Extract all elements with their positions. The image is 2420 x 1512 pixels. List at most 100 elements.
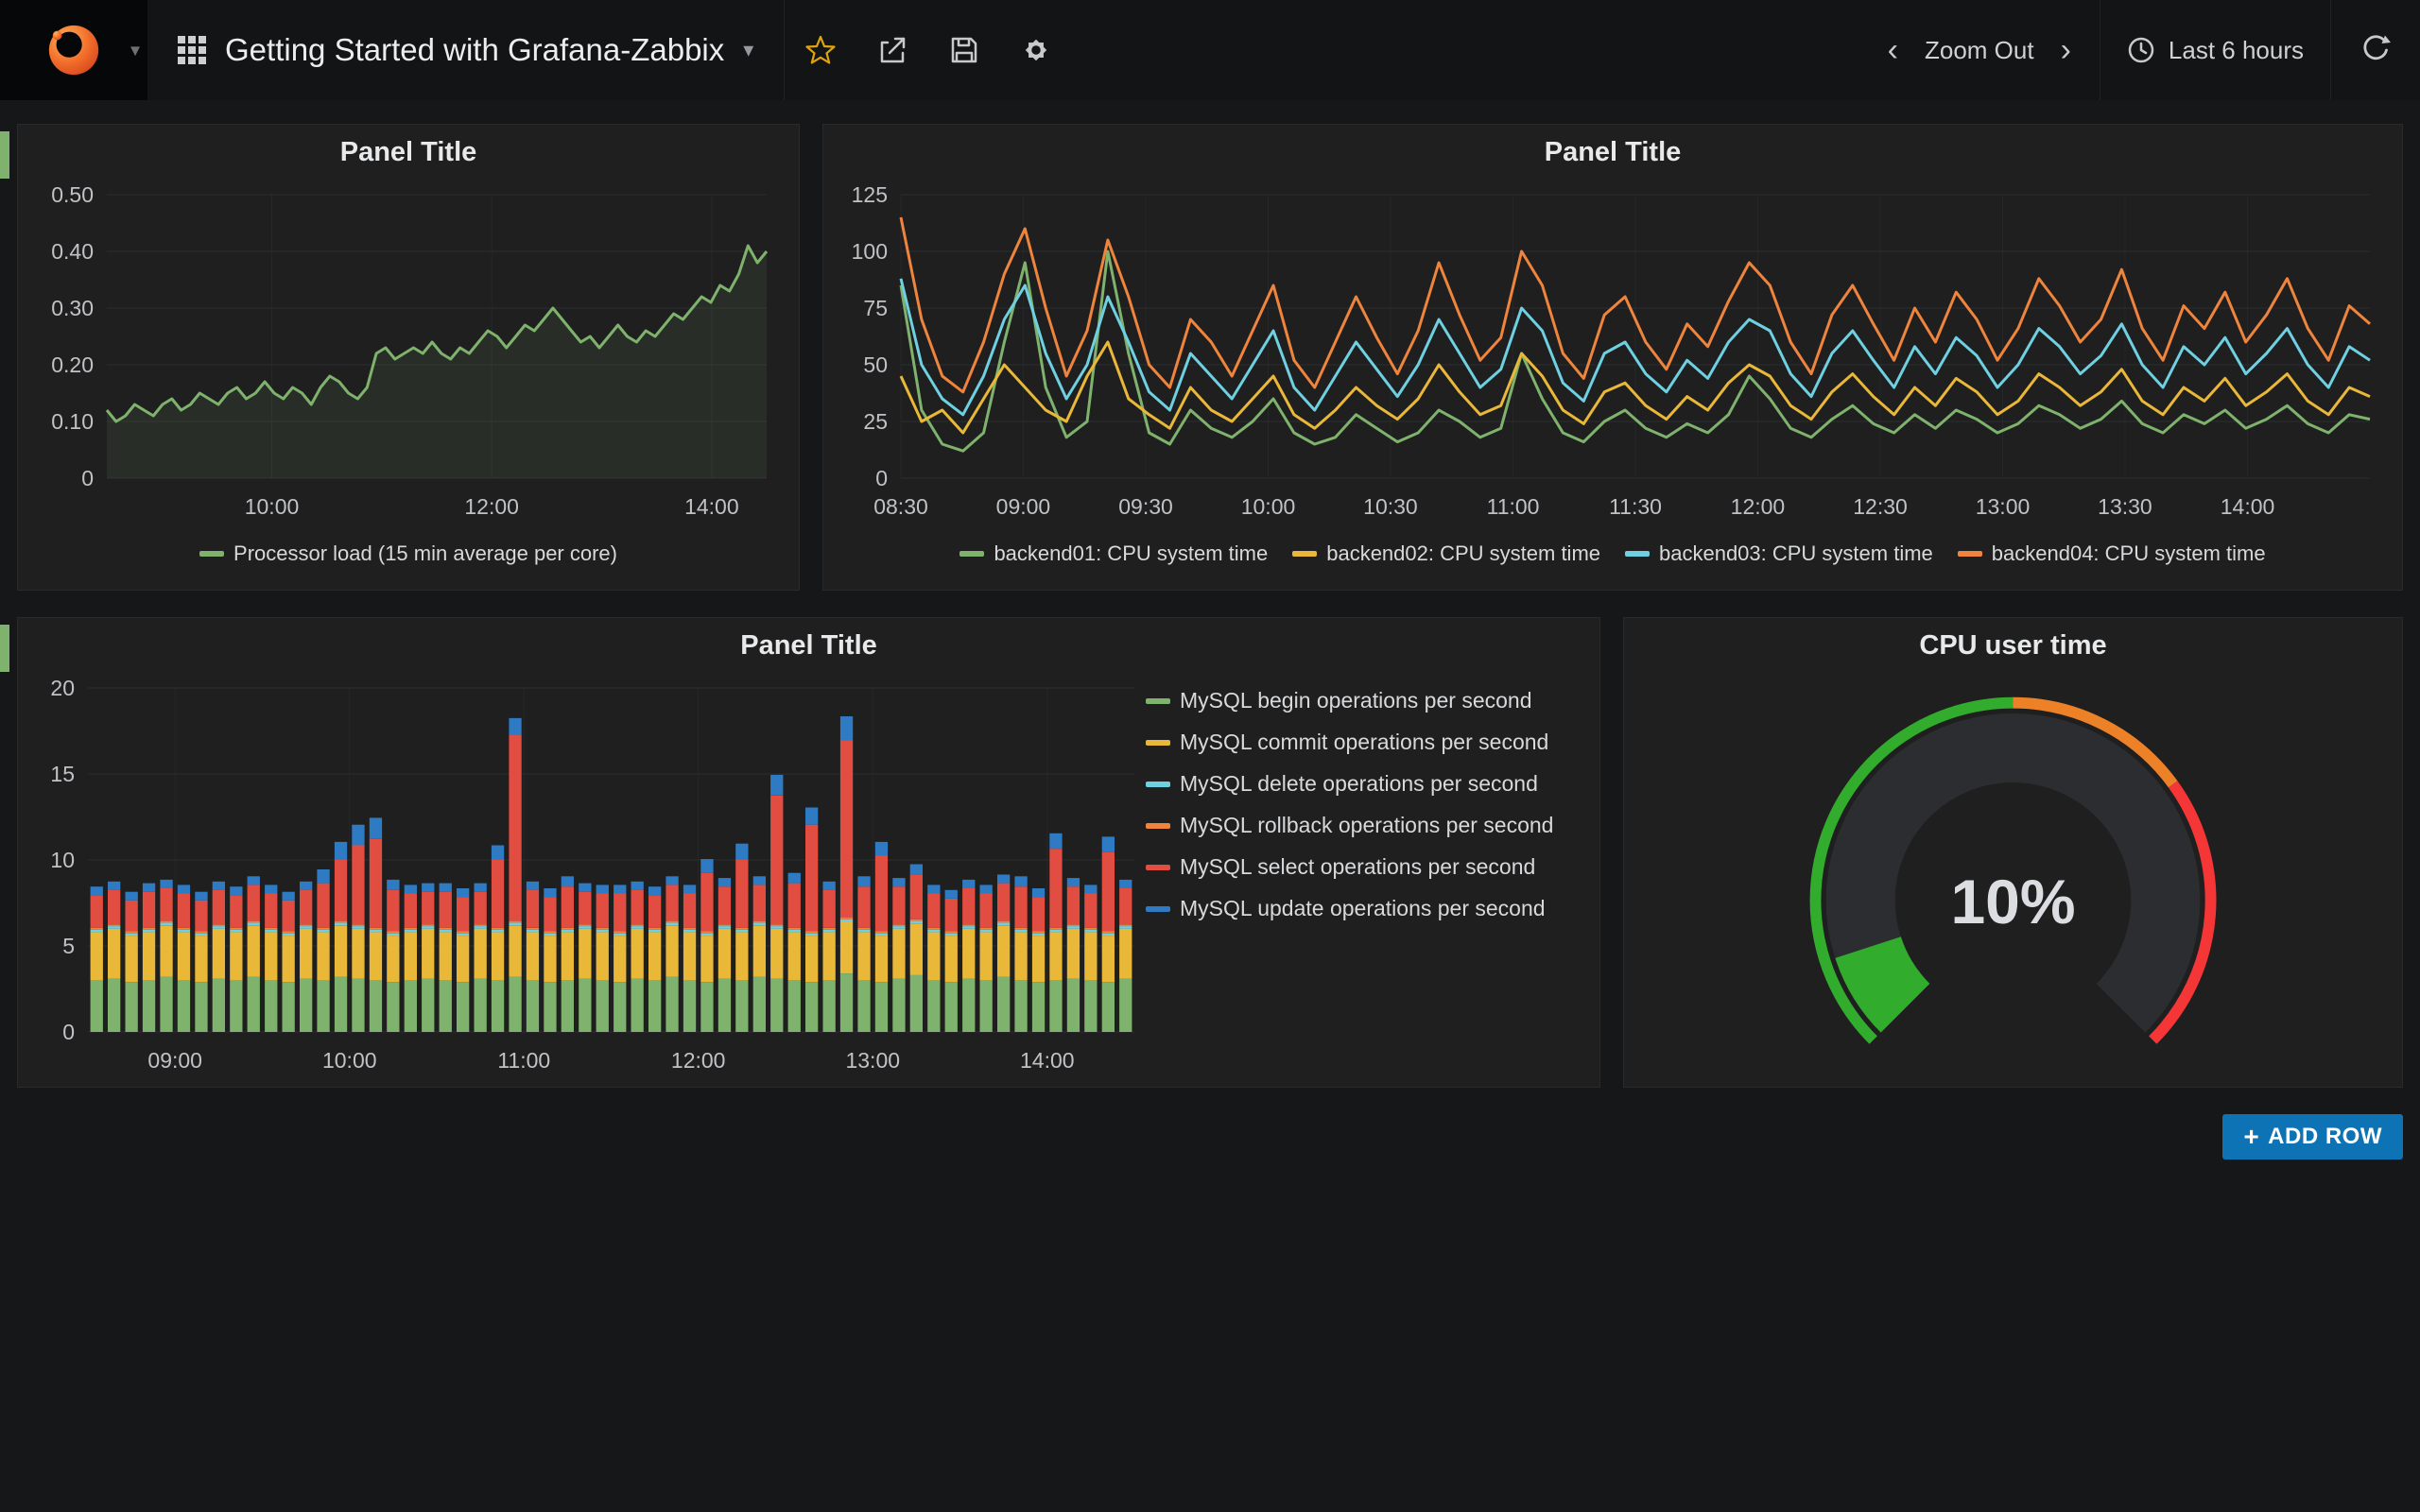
legend-item[interactable]: backend03: CPU system time (1625, 541, 1933, 566)
legend-item[interactable]: MySQL commit operations per second (1146, 730, 1590, 755)
dashboard: Panel Title 10:0012:0014:0000.100.200.30… (0, 100, 2420, 1160)
add-row-button[interactable]: + ADD ROW (2222, 1114, 2403, 1160)
svg-text:12:30: 12:30 (1853, 494, 1908, 519)
svg-text:14:00: 14:00 (1020, 1048, 1075, 1073)
legend-item[interactable]: MySQL select operations per second (1146, 854, 1590, 880)
legend-color-dash (1146, 906, 1170, 912)
panel-title[interactable]: Panel Title (833, 125, 2393, 180)
legend-item[interactable]: backend04: CPU system time (1958, 541, 2266, 566)
svg-text:11:00: 11:00 (1487, 494, 1540, 519)
legend-label: backend02: CPU system time (1326, 541, 1600, 566)
svg-text:0.40: 0.40 (51, 239, 94, 264)
svg-text:5: 5 (62, 934, 75, 958)
time-controls: ‹ Zoom Out › Last 6 hours (1859, 0, 2420, 100)
panel-title[interactable]: Panel Title (27, 125, 789, 180)
legend-item[interactable]: Processor load (15 min average per core) (199, 541, 617, 566)
legend-label: MySQL rollback operations per second (1180, 813, 1553, 838)
save-button[interactable] (928, 0, 1000, 100)
legend-label: backend01: CPU system time (994, 541, 1268, 566)
legend-item[interactable]: MySQL delete operations per second (1146, 771, 1590, 797)
svg-text:15: 15 (50, 762, 75, 786)
row-handle[interactable] (0, 625, 9, 672)
add-row-label: ADD ROW (2268, 1124, 2382, 1150)
time-forward-button[interactable]: › (2061, 34, 2071, 66)
legend-color-dash (1292, 551, 1317, 557)
grafana-logo-icon (44, 21, 103, 79)
legend-color-dash (1146, 698, 1170, 704)
refresh-icon (2360, 34, 2392, 66)
legend-item[interactable]: backend02: CPU system time (1292, 541, 1600, 566)
svg-text:14:00: 14:00 (2221, 494, 2275, 519)
svg-text:11:00: 11:00 (497, 1048, 550, 1073)
svg-text:125: 125 (852, 182, 888, 207)
svg-text:20: 20 (50, 676, 75, 700)
chart-legend: Processor load (15 min average per core) (27, 525, 789, 582)
grafana-logo-button[interactable]: ▾ (0, 0, 147, 100)
cpu-system-time-chart[interactable]: 08:3009:0009:3010:0010:3011:0011:3012:00… (833, 180, 2393, 525)
chart-legend: backend01: CPU system time backend02: CPU… (833, 525, 2393, 582)
svg-text:0.10: 0.10 (51, 409, 94, 434)
panel-processor-load: Panel Title 10:0012:0014:0000.100.200.30… (17, 124, 800, 591)
legend-label: backend03: CPU system time (1659, 541, 1933, 566)
svg-text:08:30: 08:30 (873, 494, 928, 519)
legend-label: Processor load (15 min average per core) (233, 541, 617, 566)
star-button[interactable] (785, 0, 856, 100)
dashboard-grid-icon (178, 36, 206, 64)
panel-title[interactable]: CPU user time (1634, 618, 2393, 673)
legend-color-dash (1958, 551, 1982, 557)
plus-icon: + (2243, 1122, 2259, 1152)
svg-text:100: 100 (852, 239, 888, 264)
save-icon (948, 34, 980, 66)
legend-item[interactable]: MySQL begin operations per second (1146, 688, 1590, 713)
svg-text:09:00: 09:00 (996, 494, 1051, 519)
clock-icon (2127, 36, 2155, 64)
legend-item[interactable]: backend01: CPU system time (959, 541, 1268, 566)
svg-text:10: 10 (50, 848, 75, 872)
svg-text:75: 75 (863, 296, 888, 320)
star-icon (804, 34, 837, 66)
legend-label: MySQL update operations per second (1180, 896, 1546, 921)
panel-title[interactable]: Panel Title (27, 618, 1590, 673)
legend-color-dash (959, 551, 984, 557)
svg-text:0.20: 0.20 (51, 352, 94, 377)
dashboard-title: Getting Started with Grafana-Zabbix (225, 32, 724, 68)
time-range-picker[interactable]: Last 6 hours (2100, 0, 2330, 100)
panel-cpu-user-time: CPU user time 10% (1623, 617, 2403, 1088)
svg-text:0: 0 (62, 1020, 75, 1044)
navbar: ▾ Getting Started with Grafana-Zabbix ▾ (0, 0, 2420, 100)
svg-text:09:00: 09:00 (147, 1048, 202, 1073)
share-button[interactable] (856, 0, 928, 100)
svg-text:12:00: 12:00 (671, 1048, 726, 1073)
svg-text:0: 0 (875, 466, 888, 490)
legend-item[interactable]: MySQL rollback operations per second (1146, 813, 1590, 838)
cpu-user-time-gauge[interactable]: 10% (1634, 673, 2393, 1079)
share-icon (876, 34, 908, 66)
legend-label: MySQL select operations per second (1180, 854, 1535, 880)
panel-cpu-system-time: Panel Title 08:3009:0009:3010:0010:3011:… (822, 124, 2403, 591)
processor-load-chart[interactable]: 10:0012:0014:0000.100.200.300.400.50 (27, 180, 789, 525)
svg-text:0.50: 0.50 (51, 182, 94, 207)
legend-color-dash (1146, 865, 1170, 870)
legend-color-dash (199, 551, 224, 557)
legend-color-dash (1146, 823, 1170, 829)
svg-text:11:30: 11:30 (1609, 494, 1662, 519)
zoom-out-button[interactable]: Zoom Out (1925, 36, 2034, 65)
mysql-operations-chart[interactable]: 09:0010:0011:0012:0013:0014:0005101520 (27, 673, 1146, 1079)
legend-color-dash (1146, 740, 1170, 746)
svg-text:10:00: 10:00 (1241, 494, 1296, 519)
chart-legend: MySQL begin operations per second MySQL c… (1146, 673, 1590, 1079)
settings-button[interactable] (1000, 0, 1072, 100)
panel-mysql-operations: Panel Title 09:0010:0011:0012:0013:0014:… (17, 617, 1600, 1088)
svg-text:10:00: 10:00 (245, 494, 300, 519)
time-back-button[interactable]: ‹ (1888, 34, 1898, 66)
legend-color-dash (1625, 551, 1650, 557)
gear-icon (1019, 33, 1053, 67)
svg-text:13:00: 13:00 (845, 1048, 900, 1073)
legend-color-dash (1146, 782, 1170, 787)
dashboard-title-picker[interactable]: Getting Started with Grafana-Zabbix ▾ (147, 0, 785, 100)
chevron-down-icon: ▾ (130, 39, 140, 62)
refresh-button[interactable] (2330, 0, 2420, 100)
legend-item[interactable]: MySQL update operations per second (1146, 896, 1590, 921)
row-handle[interactable] (0, 131, 9, 179)
legend-label: MySQL delete operations per second (1180, 771, 1538, 797)
